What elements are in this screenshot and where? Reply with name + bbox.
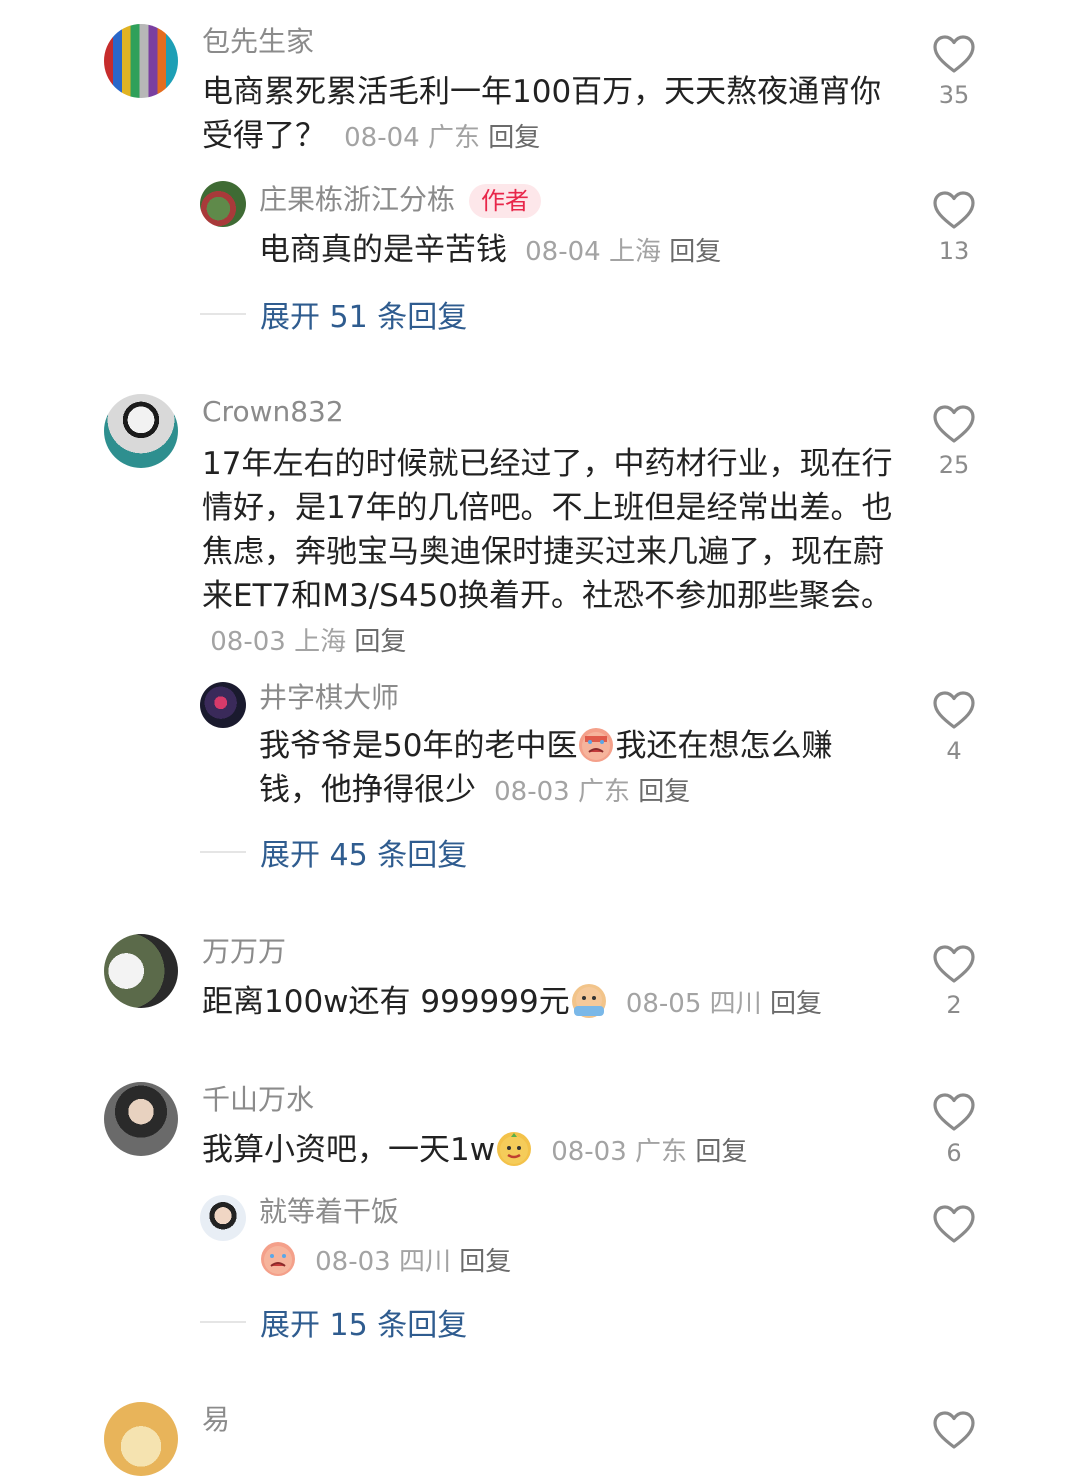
username[interactable]: 就等着干饭 <box>259 1192 399 1232</box>
like-count: 35 <box>938 81 970 109</box>
username[interactable]: 易 <box>202 1400 230 1440</box>
comment-location: 广东 <box>635 1137 688 1167</box>
comment-text: 距离100w还有 999999元 08-05 四川 回复 <box>202 980 902 1026</box>
expand-replies-button[interactable]: 展开 45 条回复 <box>200 830 467 874</box>
comment-location: 上海 <box>294 627 347 657</box>
comment-date: 08-04 <box>344 123 420 153</box>
heart-outline-icon <box>933 35 975 73</box>
username[interactable]: 包先生家 <box>202 22 314 62</box>
expand-replies-button[interactable]: 展开 15 条回复 <box>200 1300 467 1344</box>
like-button[interactable]: 2 <box>924 944 984 1020</box>
reply-location: 四川 <box>398 1247 451 1277</box>
reply-button[interactable]: 回复 <box>488 123 540 153</box>
crying-face-emoji <box>261 1242 295 1276</box>
username[interactable]: 井字棋大师 <box>259 678 399 718</box>
reply-meta: 08-04 上海 回复 <box>517 237 721 267</box>
avatar[interactable] <box>104 1082 178 1156</box>
comment-meta: 08-05 四川 回复 <box>618 989 822 1019</box>
comment-date: 08-03 <box>551 1137 627 1167</box>
like-count: 4 <box>946 737 962 765</box>
like-button[interactable] <box>924 1204 984 1244</box>
reply-body: 电商真的是辛苦钱 <box>259 232 507 268</box>
like-button[interactable]: 4 <box>924 690 984 766</box>
reply-button[interactable]: 回复 <box>459 1247 511 1277</box>
reply-meta: 08-03 广东 回复 <box>486 777 690 807</box>
heart-outline-icon <box>933 405 975 443</box>
reply-button[interactable]: 回复 <box>770 989 822 1019</box>
like-count: 2 <box>946 991 962 1019</box>
username[interactable]: 庄果栋浙江分栋 作者 <box>259 180 542 220</box>
username[interactable]: 万万万 <box>202 932 286 972</box>
like-button[interactable]: 6 <box>924 1092 984 1168</box>
divider <box>200 313 246 315</box>
comment-meta: 08-04 广东 回复 <box>336 123 540 153</box>
reply-button[interactable]: 回复 <box>695 1137 747 1167</box>
reply-button[interactable]: 回复 <box>638 777 690 807</box>
sweating-face-emoji <box>571 984 606 1018</box>
avatar[interactable] <box>104 394 178 468</box>
like-button[interactable] <box>924 1410 984 1450</box>
comment-text: 17年左右的时候就已经过了，中药材行业，现在行情好，是17年的几倍吧。不上班但是… <box>202 442 902 664</box>
comment-body: 电商累死累活毛利一年100百万，天天熬夜通宵你受得了？ <box>202 74 882 154</box>
reply-date: 08-04 <box>525 237 601 267</box>
comment-location: 四川 <box>709 989 762 1019</box>
reply-meta: 08-03 四川 回复 <box>307 1247 511 1277</box>
heart-outline-icon <box>933 191 975 229</box>
avatar[interactable] <box>200 181 246 227</box>
reply-button[interactable]: 回复 <box>669 237 721 267</box>
reply-text: 我爷爷是50年的老中医 我还在想怎么赚钱，他挣得很少 08-03 广东 回复 <box>259 724 869 814</box>
expand-replies-label[interactable]: 展开 45 条回复 <box>260 830 467 874</box>
username[interactable]: 千山万水 <box>202 1080 314 1120</box>
reply-date: 08-03 <box>315 1247 391 1277</box>
like-button[interactable]: 35 <box>924 34 984 110</box>
heart-outline-icon <box>933 1411 975 1449</box>
like-count: 6 <box>946 1139 962 1167</box>
comment-body: 我算小资吧，一天1w <box>202 1132 496 1168</box>
expand-replies-label[interactable]: 展开 15 条回复 <box>260 1300 467 1344</box>
avatar[interactable] <box>104 1402 178 1476</box>
expand-replies-label[interactable]: 展开 51 条回复 <box>260 292 467 336</box>
heart-outline-icon <box>933 1205 975 1243</box>
expand-replies-button[interactable]: 展开 51 条回复 <box>200 292 467 336</box>
reply-body: 我爷爷是50年的老中医 <box>259 728 578 764</box>
username[interactable]: Crown832 <box>202 392 344 432</box>
reply-date: 08-03 <box>494 777 570 807</box>
avatar[interactable] <box>200 682 246 728</box>
like-button[interactable]: 25 <box>924 404 984 480</box>
comment-body: 17年左右的时候就已经过了，中药材行业，现在行情好，是17年的几倍吧。不上班但是… <box>202 446 893 614</box>
avatar[interactable] <box>200 1195 246 1241</box>
reply-location: 广东 <box>577 777 630 807</box>
comment-date: 08-05 <box>625 989 702 1019</box>
reply-button[interactable]: 回复 <box>354 627 406 657</box>
heart-outline-icon <box>933 945 975 983</box>
heart-outline-icon <box>933 691 975 729</box>
comment-date: 08-03 <box>210 627 286 657</box>
crying-face-emoji <box>579 728 614 762</box>
comment-text: 我算小资吧，一天1w 08-03 广东 回复 <box>202 1128 902 1174</box>
comment-meta: 08-03 上海 回复 <box>202 627 406 657</box>
like-button[interactable]: 13 <box>924 190 984 266</box>
divider <box>200 851 246 853</box>
reply-text: 电商真的是辛苦钱 08-04 上海 回复 <box>259 228 879 274</box>
like-count: 13 <box>938 237 970 265</box>
like-count: 25 <box>938 451 970 479</box>
author-badge: 作者 <box>469 184 542 218</box>
comment-meta: 08-03 广东 回复 <box>543 1137 747 1167</box>
reply-text: 08-03 四川 回复 <box>259 1238 879 1284</box>
comment-body: 距离100w还有 999999元 <box>202 984 570 1020</box>
reply-location: 上海 <box>608 237 661 267</box>
avatar[interactable] <box>104 24 178 98</box>
divider <box>200 1321 246 1323</box>
heart-outline-icon <box>933 1093 975 1131</box>
reply-username[interactable]: 庄果栋浙江分栋 <box>259 183 455 216</box>
comment-text: 电商累死累活毛利一年100百万，天天熬夜通宵你受得了？ 08-04 广东 回复 <box>202 70 882 160</box>
smug-face-emoji <box>497 1132 532 1166</box>
avatar[interactable] <box>104 934 178 1008</box>
comment-location: 广东 <box>427 123 480 153</box>
